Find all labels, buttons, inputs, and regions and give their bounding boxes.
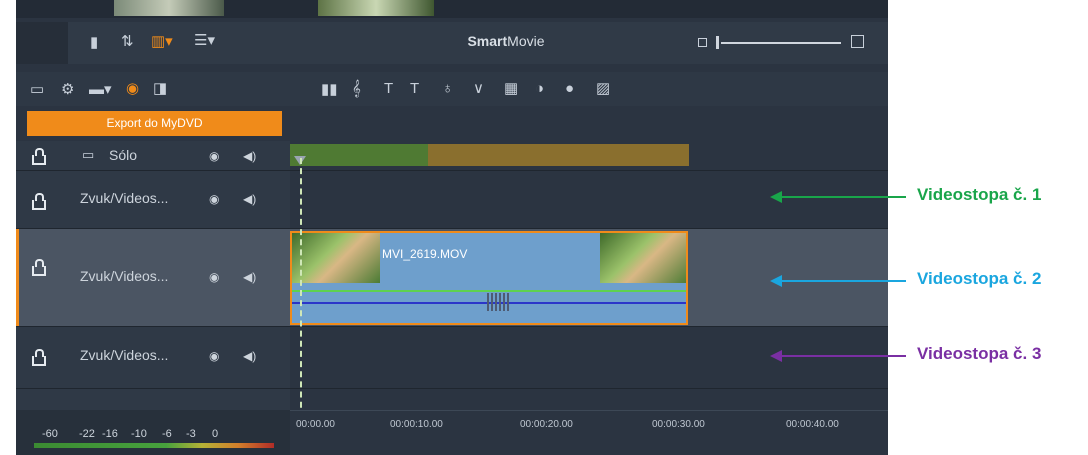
zoom-in-icon[interactable] [851,35,864,48]
transition-icon[interactable]: ∨ [473,81,484,97]
smartmovie-app: ▮ ⇅ ▥▾ ☰▾ SmartMovie ▭ ⚙ ▬▾ ◉ ◨ ▮▮ 𝄞 T T… [16,0,888,455]
storyboard-icon[interactable]: ▥▾ [151,34,173,50]
title-icon[interactable]: T [384,81,393,97]
meter-tick: -10 [131,428,147,440]
lock-icon[interactable] [32,193,46,210]
annotation-arrow-1 [780,196,906,198]
blend-icon[interactable]: ● [565,81,574,97]
zoom-out-icon[interactable] [698,38,707,47]
library-icon[interactable]: ▮ [90,35,98,51]
left-pane [16,22,68,64]
eye-icon[interactable]: ◉ [209,149,219,163]
annotation-label-3: Videostopa č. 3 [917,344,1042,363]
annotation-arrow-3 [780,355,906,357]
ruler-label: 00:00.00 [296,419,335,430]
snapshot-icon[interactable]: ◨ [153,81,167,97]
speaker-icon[interactable]: ◀) [243,149,256,163]
meter-tick: -22 [79,428,95,440]
meter-tick: 0 [212,428,219,440]
track-manager-icon[interactable]: ▭ [30,82,44,98]
voiceover-icon[interactable]: ♁ [442,81,453,97]
ruler-label: 00:00:10.00 [390,419,443,430]
image-icon[interactable]: ▨ [596,81,610,97]
speaker-icon[interactable]: ◀) [243,349,256,363]
thumbnail[interactable] [114,0,224,16]
zoom-slider-knob[interactable] [716,36,719,49]
meter-tick: -16 [102,428,118,440]
solo-segment[interactable] [428,144,689,166]
annotation-label-2: Videostopa č. 2 [917,269,1042,288]
track-icon: ▭ [82,147,95,162]
track-label: Zvuk/Videos... [80,190,169,206]
color-icon[interactable]: ◑ [535,81,544,97]
meter-tick: -60 [42,428,58,440]
arrowhead [770,275,782,287]
audio-mixer-icon[interactable]: ▮▮ [321,82,338,98]
time-ruler[interactable]: 00:00.00 00:00:10.00 00:00:20.00 00:00:3… [290,410,888,441]
settings-icon[interactable]: ⚙ [61,82,74,98]
track-header-4 [16,389,290,410]
thumbnail-strip [16,0,888,18]
title-rest: Movie [507,33,545,49]
speaker-icon[interactable]: ◀) [243,192,256,206]
clip-name: MVI_2619.MOV [382,247,468,261]
music-icon[interactable]: 𝄞 [352,81,361,97]
eye-icon[interactable]: ◉ [209,349,219,363]
title-bold: Smart [467,33,508,49]
selected-indicator [16,229,19,326]
export-button[interactable]: Export do MyDVD [27,111,282,136]
panel-icon[interactable]: ▦ [504,81,518,97]
arrowhead [770,191,782,203]
lock-icon[interactable] [32,148,46,165]
track-label: Sólo [109,147,138,163]
zoom-slider[interactable] [721,42,841,44]
volume-line[interactable] [292,290,686,292]
record-icon[interactable]: ◉ [126,81,139,97]
arrowhead [770,350,782,362]
lock-icon[interactable] [32,259,46,276]
video-clip[interactable]: MVI_2619.MOV [290,231,688,325]
title-alt-icon[interactable]: T [410,81,419,97]
clip-thumbnail [292,233,380,283]
eye-icon[interactable]: ◉ [209,192,219,206]
track-icon[interactable]: ▬▾ [89,82,112,98]
meter-tick: -3 [186,428,196,440]
track-label: Zvuk/Videos... [80,347,169,363]
annotation-label-1: Videostopa č. 1 [917,185,1042,204]
eye-icon[interactable]: ◉ [209,270,219,284]
audio-meter: -60 -22 -16 -10 -6 -3 0 [16,410,290,455]
ruler-label: 00:00:20.00 [520,419,573,430]
annotation-arrow-2 [780,280,906,282]
lock-icon[interactable] [32,349,46,366]
solo-segment[interactable] [290,144,428,166]
track-label: Zvuk/Videos... [80,268,169,284]
ruler-label: 00:00:40.00 [786,419,839,430]
list-view-icon[interactable]: ☰▾ [194,33,215,49]
thumbnail[interactable] [318,0,434,16]
meter-bar [34,443,274,448]
swap-icon[interactable]: ⇅ [121,34,134,50]
playhead[interactable] [300,158,302,428]
ruler-label: 00:00:30.00 [652,419,705,430]
meter-tick: -6 [162,428,172,440]
clip-thumbnail [600,233,686,283]
app-title: SmartMovie [416,33,596,49]
speaker-icon[interactable]: ◀) [243,270,256,284]
waveform [487,293,511,311]
